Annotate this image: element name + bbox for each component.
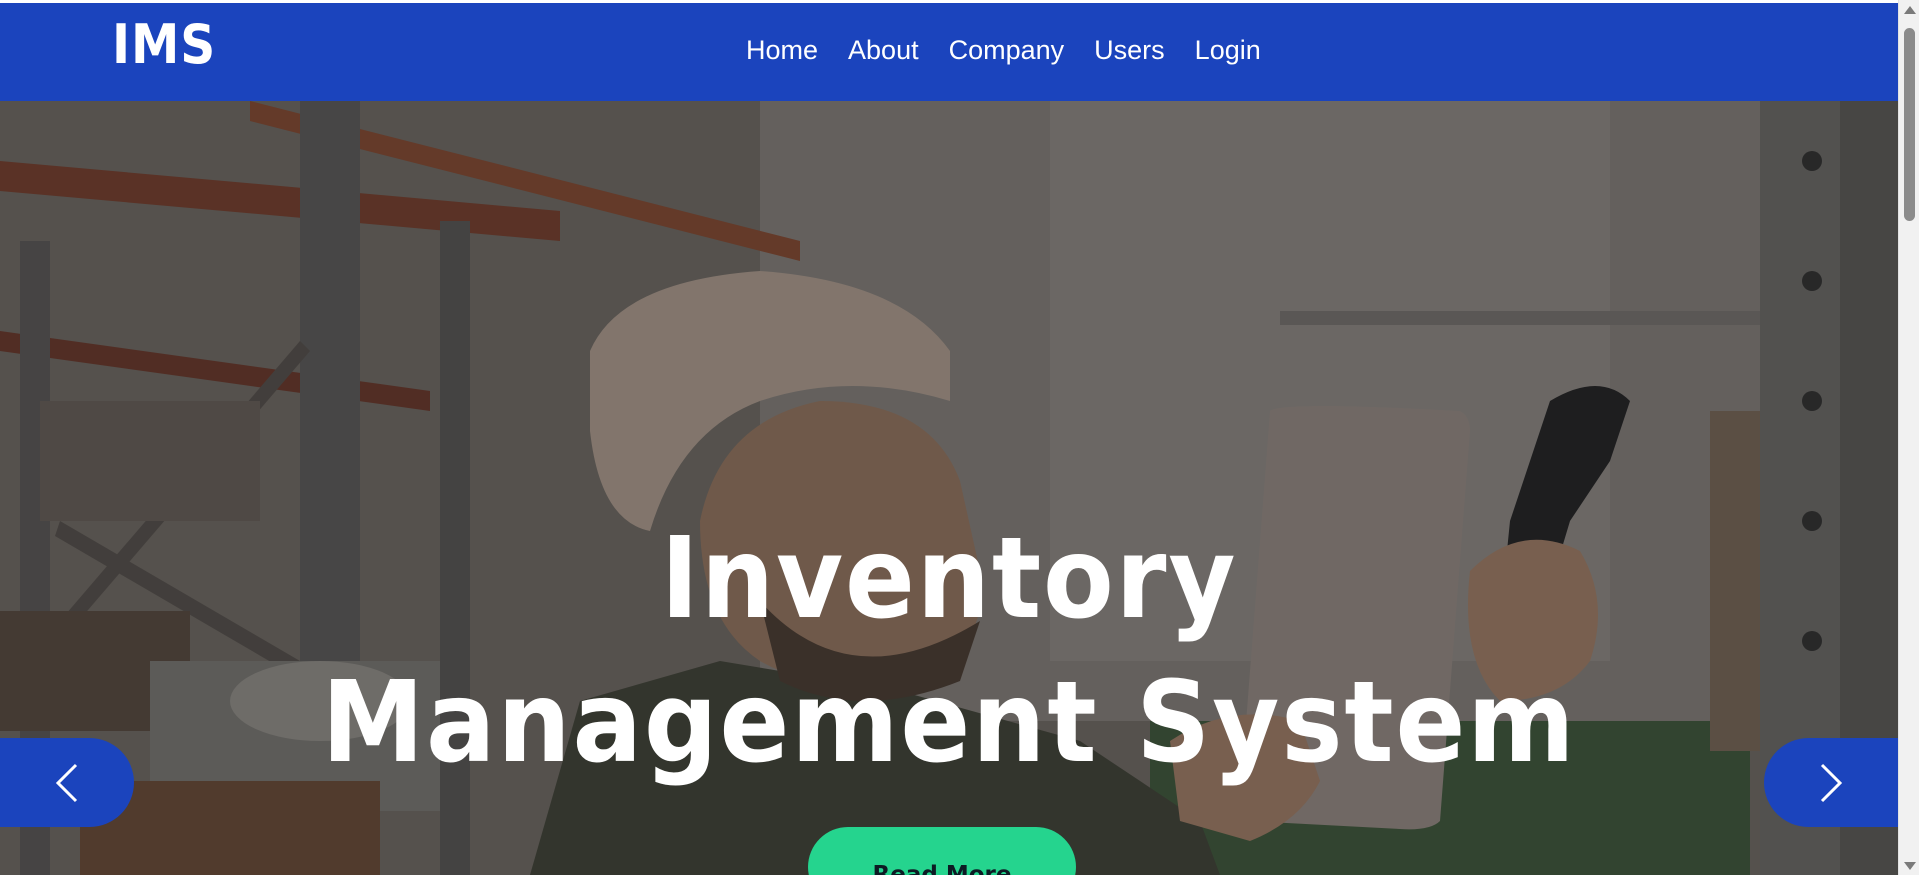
chevron-right-icon — [1820, 763, 1843, 802]
nav-link-home[interactable]: Home — [746, 35, 818, 66]
scroll-down-arrow-icon[interactable] — [1904, 862, 1916, 870]
scrollbar-thumb[interactable] — [1904, 28, 1915, 221]
nav-links: Home About Company Users Login — [746, 35, 1261, 66]
read-more-button[interactable]: Read More — [808, 827, 1076, 875]
nav-link-company[interactable]: Company — [949, 35, 1065, 66]
vertical-scrollbar[interactable] — [1898, 0, 1919, 875]
nav-link-login[interactable]: Login — [1195, 35, 1261, 66]
chevron-left-icon — [55, 763, 78, 802]
nav-link-users[interactable]: Users — [1094, 35, 1165, 66]
hero-title-line2: Management System — [321, 658, 1577, 788]
brand-logo[interactable]: IMS — [112, 18, 216, 72]
scroll-up-arrow-icon[interactable] — [1904, 6, 1916, 14]
hero-title-line1: Inventory — [660, 514, 1238, 644]
hero-carousel: Inventory Management System Read More — [0, 101, 1898, 875]
carousel-next-button[interactable] — [1764, 738, 1898, 827]
carousel-prev-button[interactable] — [0, 738, 134, 827]
page-viewport: IMS Home About Company Users Login Inven… — [0, 3, 1898, 875]
nav-link-about[interactable]: About — [848, 35, 919, 66]
navbar: IMS Home About Company Users Login — [0, 3, 1898, 101]
